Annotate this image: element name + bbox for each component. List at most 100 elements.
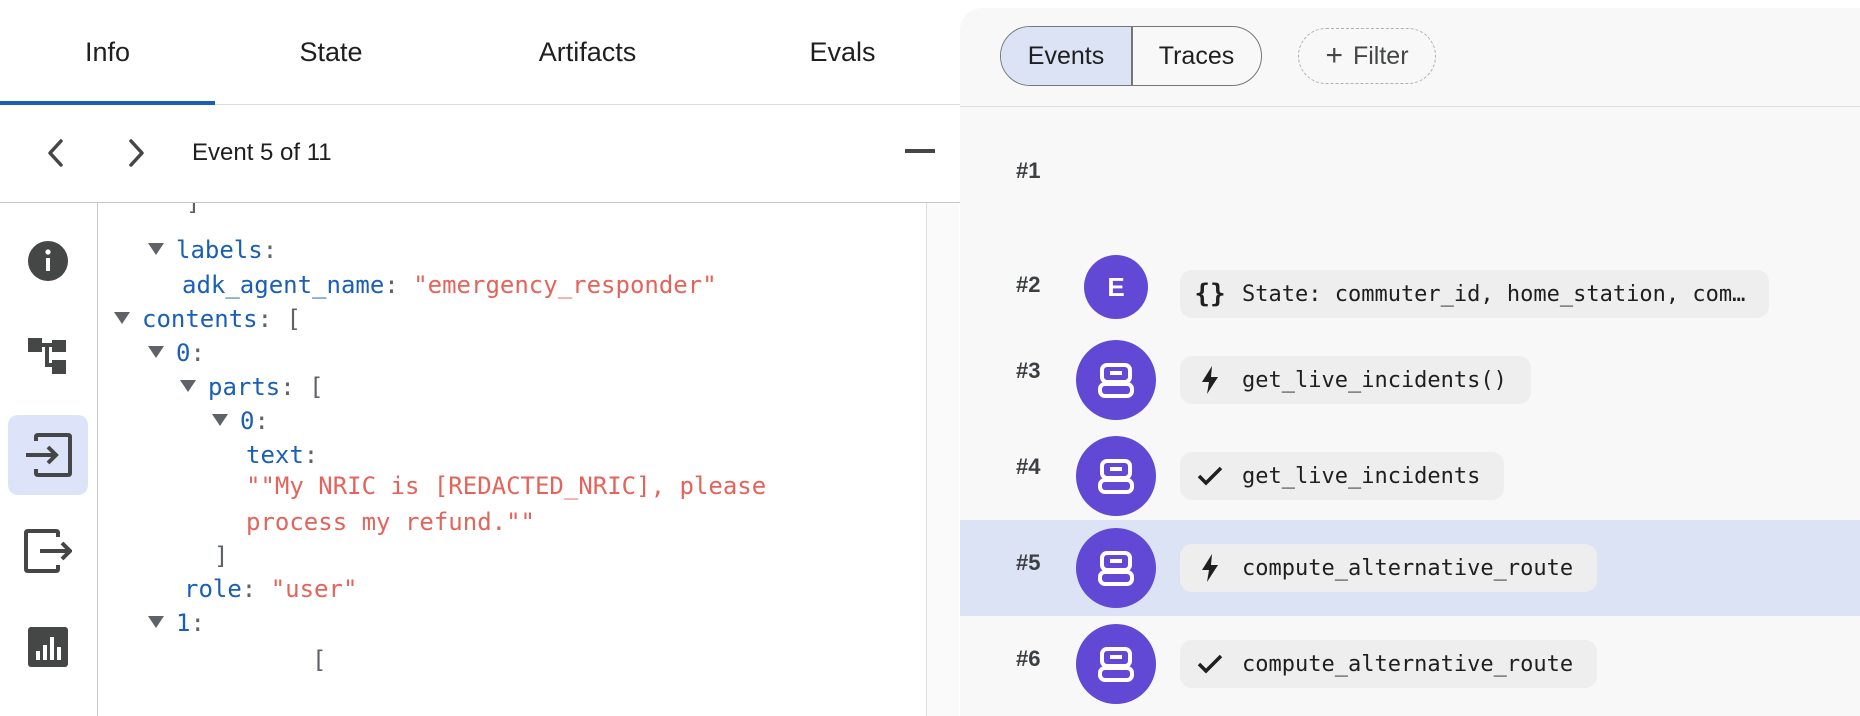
graph-icon <box>28 338 66 374</box>
json-key: 0 <box>240 407 255 435</box>
json-bracket: [ <box>309 373 324 401</box>
events-toggle-button[interactable]: Events <box>1001 27 1131 85</box>
filter-button[interactable]: + Filter <box>1298 28 1436 84</box>
event-number: #5 <box>1016 550 1041 575</box>
tab-evals-label: Evals <box>809 36 876 67</box>
event-chip[interactable]: get_live_incidents() <box>1180 356 1531 404</box>
event-chip[interactable]: {} State: commuter_id, home_station, com… <box>1180 270 1770 318</box>
events-panel: Events Traces + Filter #1 #2 E {} State: c… <box>960 8 1860 716</box>
event-row[interactable]: #3 get_live_incidents() <box>960 332 1860 428</box>
json-colon: : <box>262 236 278 264</box>
tab-state[interactable]: State <box>222 0 440 104</box>
event-author-avatar[interactable]: E <box>1084 255 1148 319</box>
event-number: #6 <box>1016 646 1041 671</box>
event-chip-text: compute_alternative_route <box>1242 555 1574 581</box>
json-key: 1 <box>176 609 191 637</box>
json-key: contents <box>142 305 258 333</box>
json-scrollbar[interactable] <box>926 203 959 716</box>
tab-info[interactable]: Info <box>0 0 215 105</box>
event-chip-text: compute_alternative_route <box>1242 651 1574 677</box>
json-colon: : <box>303 441 319 469</box>
json-colon: : <box>190 339 205 367</box>
next-event-button[interactable] <box>116 133 156 173</box>
event-number: #3 <box>1016 358 1041 383</box>
collapse-button[interactable] <box>900 131 940 171</box>
bolt-icon <box>1192 366 1228 394</box>
json-bracket: ] <box>214 542 229 570</box>
sidenav-info-button[interactable] <box>8 221 88 301</box>
plus-icon: + <box>1325 39 1343 72</box>
json-colon: : <box>384 271 399 299</box>
json-colon: : <box>257 305 273 333</box>
json-row-contents: contents: [ <box>114 302 301 336</box>
tab-artifacts-label: Artifacts <box>538 36 637 67</box>
json-bracket: [ <box>286 305 301 333</box>
json-colon: : <box>280 373 295 401</box>
left-panel: Info State Artifacts Evals Event 5 of 11 <box>0 0 960 716</box>
bar-chart-icon <box>28 627 68 667</box>
braces-icon: {} <box>1194 279 1226 309</box>
collapse-triangle-icon[interactable] <box>148 616 164 628</box>
event-row[interactable]: #1 <box>960 140 1860 200</box>
traces-toggle-button[interactable]: Traces <box>1133 27 1261 85</box>
event-chip-text: get_live_incidents <box>1242 463 1481 489</box>
side-navigation <box>0 203 98 716</box>
collapse-triangle-icon[interactable] <box>180 380 196 392</box>
agent-avatar[interactable] <box>1076 340 1156 420</box>
input-icon <box>26 433 72 477</box>
traces-toggle-label: Traces <box>1158 41 1235 70</box>
json-row-parts-0: 0: <box>212 404 269 438</box>
event-chip[interactable]: compute_alternative_route <box>1180 640 1598 688</box>
sidenav-output-button[interactable] <box>8 511 88 591</box>
json-key: 0 <box>176 339 191 367</box>
check-icon <box>1192 466 1228 486</box>
json-key: labels <box>176 236 263 264</box>
collapse-triangle-icon[interactable] <box>114 312 130 324</box>
info-icon <box>28 241 68 281</box>
collapse-triangle-icon[interactable] <box>212 414 228 426</box>
event-chip[interactable]: compute_alternative_route <box>1180 544 1598 592</box>
avatar-letter: E <box>1107 271 1125 302</box>
view-toggle: Events Traces <box>1000 26 1262 86</box>
json-row-adk-agent-name: adk_agent_name: "emergency_responder" <box>182 268 717 302</box>
tab-evals[interactable]: Evals <box>735 0 950 104</box>
previous-event-button[interactable] <box>36 133 76 173</box>
event-chip-text: get_live_incidents() <box>1242 367 1507 393</box>
robot-icon <box>1098 647 1134 682</box>
collapse-triangle-icon[interactable] <box>148 346 164 358</box>
json-key: adk_agent_name <box>182 271 385 299</box>
event-row-selected[interactable]: #5 compute_alternative_route <box>960 520 1860 616</box>
event-chip[interactable]: get_live_incidents <box>1180 452 1505 500</box>
json-row-role: role: "user" <box>184 572 357 606</box>
filter-label: Filter <box>1352 41 1409 70</box>
chevron-right-icon <box>129 139 144 167</box>
json-colon: : <box>241 575 257 603</box>
event-counter: Event 5 of 11 <box>192 139 332 166</box>
sidenav-metrics-button[interactable] <box>8 607 88 687</box>
tab-artifacts[interactable]: Artifacts <box>480 0 695 104</box>
json-text-value-line1: ""My NRIC is [REDACTED_NRIC], please <box>246 472 767 500</box>
json-colon: : <box>190 609 205 637</box>
event-row[interactable]: #6 compute_alternative_route <box>960 620 1860 716</box>
event-number: #1 <box>1016 158 1041 183</box>
json-row-labels: labels: <box>148 233 277 267</box>
agent-avatar[interactable] <box>1076 528 1156 608</box>
json-row-parts: parts: [ <box>180 370 324 404</box>
sidenav-graph-button[interactable] <box>8 316 88 396</box>
event-number: #4 <box>1016 454 1041 479</box>
collapse-triangle-icon[interactable] <box>148 243 164 255</box>
minus-icon <box>905 149 935 153</box>
event-chip-text: State: commuter_id, home_station, com… <box>1242 281 1746 307</box>
event-row[interactable]: #4 get_live_incidents <box>960 428 1860 524</box>
sidenav-input-button[interactable] <box>8 415 88 495</box>
json-text-value-line2: process my refund."" <box>246 508 535 536</box>
bolt-icon <box>1192 554 1228 582</box>
agent-avatar[interactable] <box>1076 436 1156 516</box>
output-icon <box>24 529 72 573</box>
event-row[interactable]: #2 E {} State: commuter_id, home_station,… <box>960 246 1860 344</box>
agent-avatar[interactable] <box>1076 624 1156 704</box>
tab-state-label: State <box>299 36 363 67</box>
events-toolbar: Events Traces + Filter <box>960 8 1860 107</box>
json-key: role <box>184 575 242 603</box>
json-viewer: ] labels: adk_agent_name: "emergency_res… <box>98 203 956 716</box>
